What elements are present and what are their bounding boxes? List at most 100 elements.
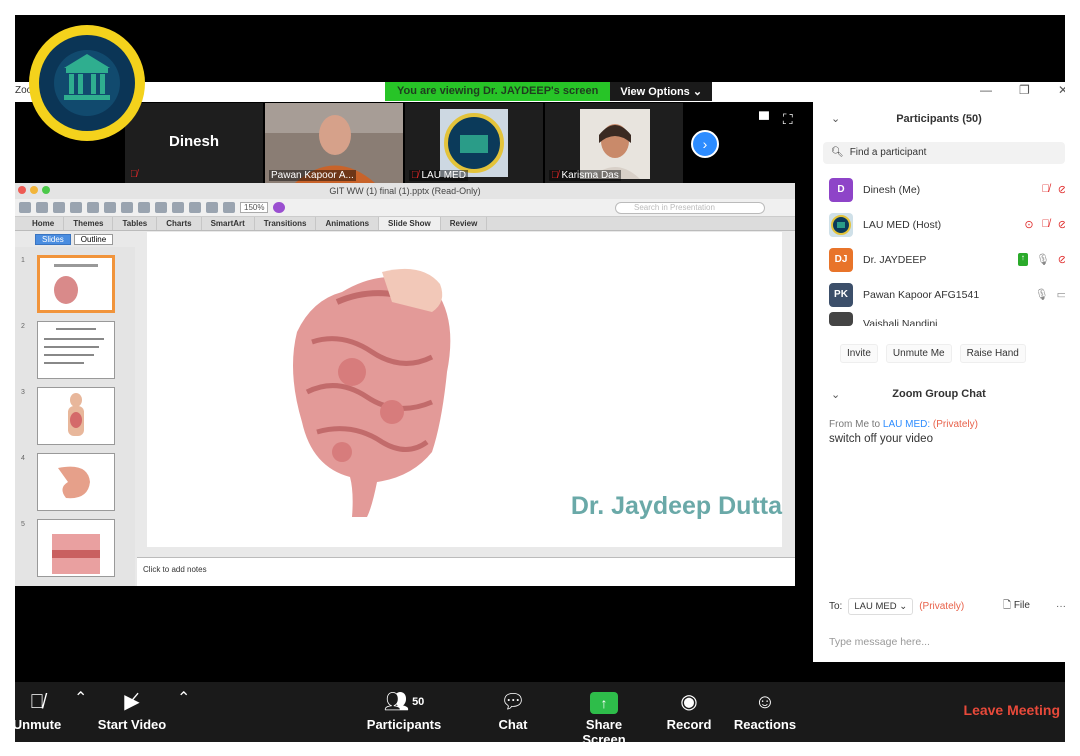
ribbon-tab: Animations: [316, 217, 380, 230]
participant-row[interactable]: D Dinesh (Me) 🎙̸ ⊘: [813, 172, 1065, 207]
copy-icon: [121, 202, 133, 213]
video-off-icon: ⊘: [1057, 219, 1065, 231]
unmute-label: Unmute: [15, 717, 62, 732]
slide-icon: [206, 202, 218, 213]
view-icon: [223, 202, 235, 213]
muted-mic-icon: 🎙̸: [551, 170, 559, 181]
slide-number: 1: [21, 257, 25, 264]
record-icon: ◉: [680, 691, 698, 713]
participant-status: 🎙 ▭: [1035, 288, 1065, 301]
stomach-thumb-image: [58, 466, 90, 499]
record-button[interactable]: ◉ Record: [666, 688, 712, 732]
participant-name: Dinesh (Me): [863, 183, 921, 196]
video-tile[interactable]: 🎙̸ Karisma Das: [545, 103, 683, 183]
video-tiles: Dinesh 🎙̸ Pawan Kapoor A... 🎙̸ LAU MED 🎙…: [125, 103, 685, 183]
find-participant-input[interactable]: 🔍︎ Find a participant: [823, 142, 1065, 164]
lau-logo-icon: [831, 214, 851, 235]
chat-button[interactable]: 💬︎ Chat: [495, 688, 531, 732]
participant-status: ⊙ 🎙̸ ⊘: [1024, 218, 1065, 231]
close-icon[interactable]: ✕: [1058, 83, 1065, 97]
slide-number: 3: [21, 389, 25, 396]
thumb-line: [56, 328, 96, 330]
video-tile[interactable]: Pawan Kapoor A...: [265, 103, 403, 183]
ribbon-tab: Home: [23, 217, 65, 230]
ribbon-tab: Transitions: [255, 217, 317, 230]
tile-name: Karisma Das: [561, 170, 619, 181]
audio-options-chevron-icon[interactable]: ⌃: [74, 688, 87, 708]
raise-hand-button[interactable]: Raise Hand: [959, 344, 1026, 363]
video-options-chevron-icon[interactable]: ⌃: [177, 688, 190, 708]
help-icon: [273, 202, 286, 213]
participant-status: 🎙̸ ⊘: [1042, 183, 1065, 196]
slide-area: Dr. Jaydeep Dutta Click to add notes: [137, 232, 795, 586]
leave-meeting-button[interactable]: Leave Meeting: [964, 702, 1060, 718]
muted-mic-icon: 🎙̸: [29, 691, 45, 713]
reactions-button[interactable]: ☺︎ Reactions: [733, 688, 797, 732]
tile-name: Pawan Kapoor A...: [271, 170, 354, 181]
chat-title: Zoom Group Chat: [892, 388, 986, 400]
layout-icon[interactable]: ▀: [759, 111, 769, 128]
invite-button[interactable]: Invite: [840, 344, 878, 363]
undo-icon: [172, 202, 184, 213]
ppt-title-bar: GIT WW (1) final (1).pptx (Read-Only): [15, 183, 795, 199]
minimize-dot-icon: [30, 186, 38, 194]
participant-row[interactable]: LAU MED (Host) ⊙ 🎙̸ ⊘: [813, 207, 1065, 242]
minimize-icon[interactable]: —: [980, 83, 992, 97]
start-video-button[interactable]: ▶̸ Start Video: [97, 688, 167, 732]
tissue-thumb-image: [52, 534, 100, 574]
recipient-select[interactable]: LAU MED ⌄: [848, 597, 914, 615]
muted-mic-icon: 🎙̸: [411, 170, 419, 181]
participant-name: Dr. JAYDEEP: [863, 253, 927, 266]
participant-row[interactable]: DJ Dr. JAYDEEP ↑ 🎙 ⊘: [813, 242, 1065, 277]
chat-recipient[interactable]: LAU MED:: [883, 419, 930, 430]
share-screen-button[interactable]: ↑ Share Screen: [563, 688, 645, 742]
intestine-image: [293, 268, 451, 517]
slide-thumbnail: [37, 453, 115, 511]
video-off-icon: ⊘: [1057, 254, 1065, 266]
muted-mic-icon: 🎙̸: [1041, 218, 1050, 230]
file-button[interactable]: 🗋 File: [1003, 598, 1030, 615]
viewing-banner: You are viewing Dr. JAYDEEP's screen Vie…: [385, 82, 713, 101]
mic-icon: 🎙: [1035, 254, 1050, 266]
format-icon: [155, 202, 167, 213]
participant-name: Pawan Kapoor AFG1541: [863, 288, 980, 301]
ppt-window-title: GIT WW (1) final (1).pptx (Read-Only): [329, 186, 481, 196]
next-tiles-button[interactable]: ›: [691, 130, 719, 158]
chat-label: Chat: [498, 717, 528, 732]
print-icon: [87, 202, 99, 213]
slide-thumbnail: [37, 387, 115, 445]
view-options-button[interactable]: View Options ⌄: [610, 82, 713, 101]
start-video-label: Start Video: [97, 717, 167, 732]
ribbon-tab: Themes: [64, 217, 114, 230]
restore-icon[interactable]: ❐: [1019, 83, 1030, 97]
outline-tab: Outline: [73, 233, 114, 245]
new-icon: [19, 202, 31, 213]
ppt-toolbar: 150% Search in Presentation: [15, 199, 795, 217]
slide-thumbnails: 1 2 3 4 5: [15, 247, 135, 586]
participant-row[interactable]: PK Pawan Kapoor AFG1541 🎙 ▭: [813, 277, 1065, 312]
meeting-controls: 🎙̸ Unmute ⌃ ▶̸ Start Video ⌃ 👥︎ 50 Partic…: [15, 682, 1065, 742]
muted-mic-icon: 🎙̸: [1041, 183, 1050, 195]
chat-input[interactable]: Type message here...: [829, 636, 930, 648]
ribbon-tabs: Home Themes Tables Charts SmartArt Trans…: [15, 217, 795, 231]
record-label: Record: [666, 717, 712, 732]
tile-label: 🎙̸ LAU MED: [409, 170, 468, 181]
search-icon: 🔍︎: [831, 147, 844, 158]
chat-message-meta: From Me to LAU MED: (Privately): [829, 419, 1065, 430]
slide-pane-tabs: Slides Outline: [15, 232, 135, 246]
muted-mic-icon: 🎙̸: [130, 169, 138, 180]
avatar: [829, 212, 853, 237]
zoom-level: 150%: [240, 202, 269, 213]
participants-count: 50: [412, 696, 425, 708]
unmute-button[interactable]: 🎙̸ Unmute: [15, 688, 63, 732]
unmute-me-button[interactable]: Unmute Me: [885, 344, 952, 363]
avatar: [829, 312, 853, 326]
fullscreen-icon[interactable]: ⛶: [783, 111, 793, 128]
participants-button[interactable]: 👥︎ 50 Participants: [365, 688, 443, 732]
slides-tab: Slides: [35, 233, 71, 245]
view-controls: ▀ ⛶: [759, 111, 793, 128]
close-dot-icon: [18, 186, 26, 194]
video-tile[interactable]: 🎙̸ LAU MED: [405, 103, 543, 183]
participant-row[interactable]: Vaishali Nandini: [813, 312, 1065, 326]
more-options-button[interactable]: ···: [1056, 601, 1065, 612]
